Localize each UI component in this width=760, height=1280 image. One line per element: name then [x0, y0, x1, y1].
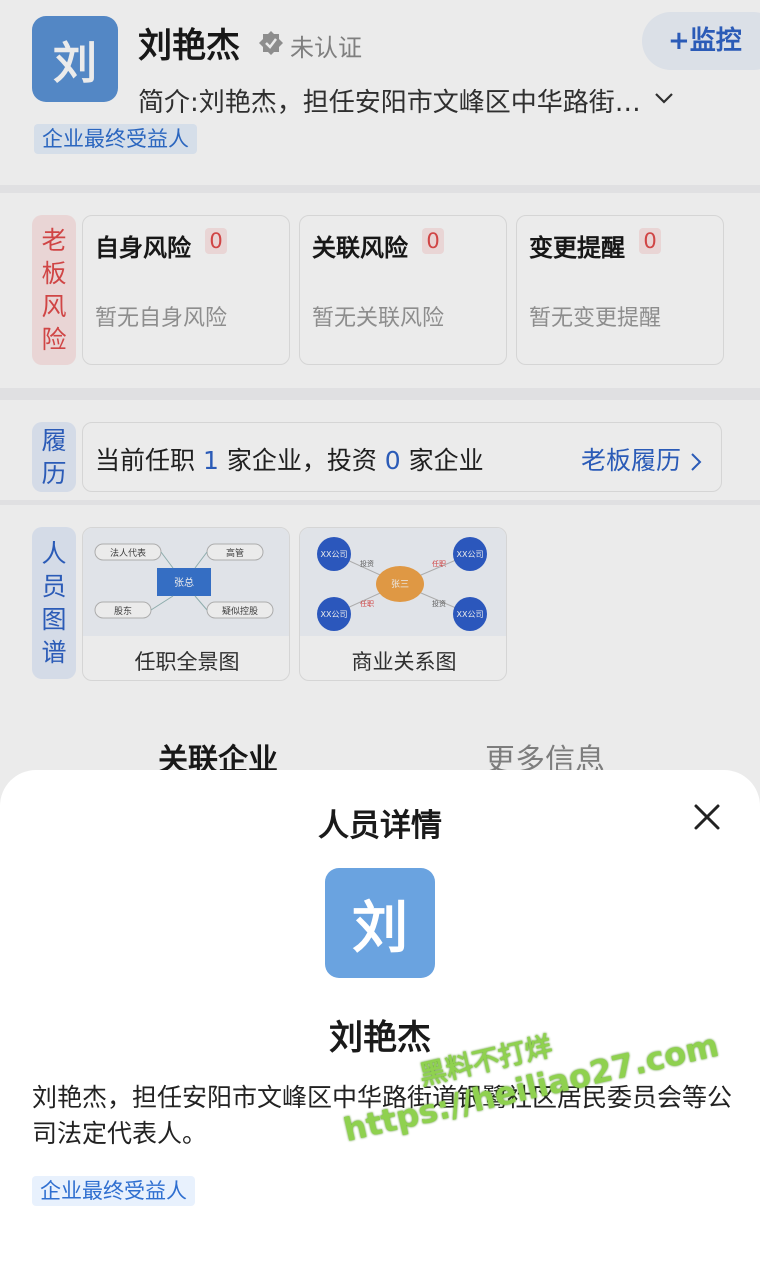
beneficiary-tag: 企业最终受益人	[32, 1176, 195, 1206]
person-description: 刘艳杰，担任安阳市文峰区中华路街道银鹭社区居民委员会等公司法定代表人。	[32, 1083, 733, 1148]
person-detail-sheet: 人员详情 刘 刘艳杰 刘艳杰，担任安阳市文峰区中华路街道银鹭社区居民委员会等公司…	[0, 770, 760, 1280]
person-name: 刘艳杰	[329, 1018, 431, 1058]
close-icon[interactable]	[690, 800, 724, 834]
sheet-title: 人员详情	[318, 808, 442, 844]
avatar: 刘	[325, 868, 435, 978]
